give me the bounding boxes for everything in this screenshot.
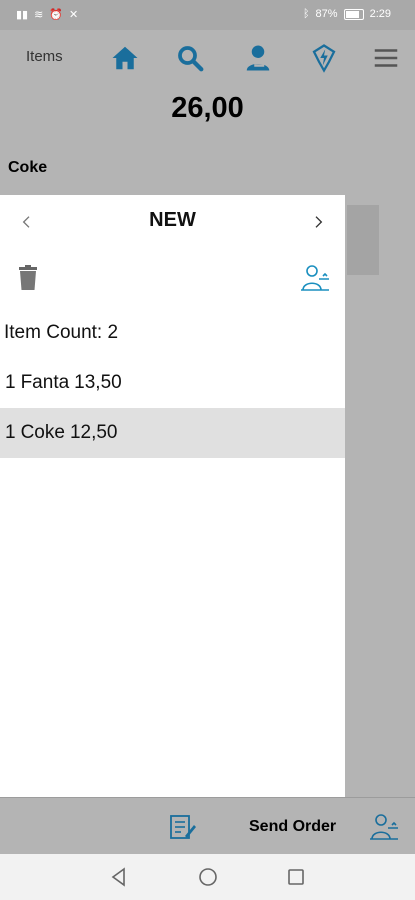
notification-icon: ✕: [69, 9, 79, 21]
send-order-button[interactable]: Send Order: [249, 818, 336, 836]
order-price: 13,50: [74, 372, 122, 393]
scroll-track: [347, 195, 415, 797]
battery-percent: 87%: [315, 8, 338, 20]
lightning-badge-icon[interactable]: [308, 42, 340, 74]
android-nav-bar: [0, 854, 415, 900]
search-icon[interactable]: [174, 42, 206, 74]
order-panel: NEW Item Count: 2 1 Fanta 13,50 1 Coke 1…: [0, 195, 345, 797]
back-icon[interactable]: [108, 866, 130, 888]
signal-icon: ▮▮: [16, 9, 29, 21]
order-total: 26,00: [171, 92, 244, 124]
panel-title: NEW: [149, 209, 196, 231]
home-icon[interactable]: [109, 42, 141, 74]
order-name: Fanta: [20, 372, 70, 393]
screen: ▮▮ ≋ ⏰ ✕ ᛒ 87% 2:29 Items 26,00 Coke NEW…: [0, 0, 415, 900]
user-icon[interactable]: [242, 42, 274, 74]
bottom-bar: Send Order: [0, 797, 415, 855]
order-name: Coke: [20, 422, 65, 443]
top-nav: Items: [0, 30, 415, 85]
order-price: 12,50: [69, 422, 118, 443]
status-right: ᛒ 87% 2:29: [303, 8, 391, 20]
home-circle-icon[interactable]: [197, 866, 219, 888]
order-row-selected[interactable]: 1 Coke 12,50: [0, 408, 345, 458]
battery-icon: [343, 8, 364, 20]
scroll-thumb[interactable]: [347, 205, 379, 275]
order-row[interactable]: 1 Fanta 13,50: [0, 358, 345, 408]
waiter-icon[interactable]: [299, 262, 331, 294]
order-qty: 1: [5, 422, 16, 443]
item-count: Item Count: 2: [4, 322, 118, 344]
menu-icon[interactable]: [370, 42, 402, 74]
item-count-label: Item Count:: [4, 322, 103, 343]
order-qty: 1: [5, 372, 16, 393]
panel-header: NEW: [0, 195, 345, 250]
waiter-icon[interactable]: [368, 811, 400, 843]
status-left: ▮▮ ≋ ⏰ ✕: [16, 8, 78, 21]
chevron-right-icon[interactable]: [306, 210, 330, 234]
bluetooth-icon: ᛒ: [302, 8, 310, 20]
recent-apps-icon[interactable]: [285, 866, 307, 888]
clock: 2:29: [369, 8, 391, 20]
current-item-label: Coke: [8, 159, 48, 176]
trash-icon[interactable]: [17, 265, 39, 291]
page-title: Items: [26, 48, 63, 65]
item-count-value: 2: [107, 322, 119, 343]
wifi-icon: ≋: [34, 9, 44, 21]
alarm-icon: ⏰: [49, 9, 64, 21]
notes-icon[interactable]: [167, 812, 197, 842]
status-bar: ▮▮ ≋ ⏰ ✕ ᛒ 87% 2:29: [0, 0, 415, 30]
